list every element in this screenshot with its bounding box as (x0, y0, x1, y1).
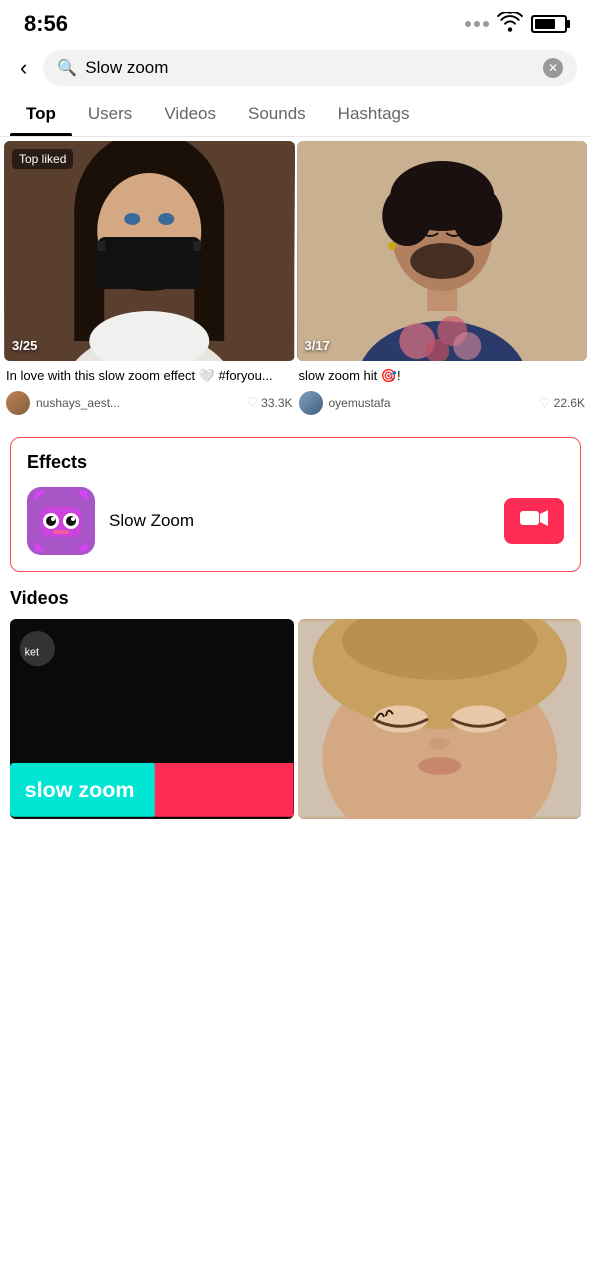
search-bar[interactable]: 🔍 Slow zoom ✕ (43, 50, 577, 86)
tab-sounds[interactable]: Sounds (232, 92, 322, 136)
likes-2: ♡ 22.6K (539, 395, 585, 411)
tab-hashtags[interactable]: Hashtags (322, 92, 426, 136)
effects-section: Effects (10, 437, 581, 572)
avatar-2 (299, 391, 323, 415)
effects-title: Effects (27, 452, 564, 473)
video-title-1: In love with this slow zoom effect 🤍 #fo… (6, 367, 293, 385)
like-count-1: 33.3K (261, 396, 292, 410)
username-1: nushays_aest... (36, 396, 240, 410)
effect-icon-box (27, 487, 95, 555)
video-user-row-1: nushays_aest... ♡ 33.3K (6, 391, 293, 415)
avatar-1 (6, 391, 30, 415)
search-icon: 🔍 (57, 58, 77, 78)
top-liked-badge: Top liked (12, 149, 73, 169)
status-time: 8:56 (24, 11, 68, 37)
heart-icon-2: ♡ (539, 395, 551, 411)
video-thumb-1: Top liked 3/25 (4, 141, 295, 361)
svg-text:ket: ket (25, 646, 39, 658)
clear-search-button[interactable]: ✕ (543, 58, 563, 78)
videos-section: Videos ket slow zoom (0, 580, 591, 819)
signal-icon (465, 21, 489, 27)
record-button[interactable] (504, 498, 564, 544)
video-count-2: 3/17 (305, 338, 330, 353)
tab-users[interactable]: Users (72, 92, 148, 136)
likes-1: ♡ 33.3K (246, 395, 292, 411)
status-icons (465, 12, 567, 37)
like-count-2: 22.6K (554, 396, 585, 410)
bottom-video-1[interactable]: ket slow zoom (10, 619, 294, 819)
username-2: oyemustafa (329, 396, 533, 410)
effect-row: Slow Zoom (27, 487, 564, 555)
video-count-1: 3/25 (12, 338, 37, 353)
svg-text:slow zoom: slow zoom (25, 778, 135, 802)
search-query: Slow zoom (85, 58, 535, 78)
bottom-videos-grid: ket slow zoom (10, 619, 581, 819)
heart-icon-1: ♡ (246, 395, 258, 411)
camera-icon (520, 508, 548, 534)
videos-section-title: Videos (10, 588, 581, 609)
top-videos-grid: Top liked 3/25 In love with this slow zo… (0, 137, 591, 429)
video-user-row-2: oyemustafa ♡ 22.6K (299, 391, 586, 415)
video-title-2: slow zoom hit 🎯! (299, 367, 586, 385)
effect-name: Slow Zoom (109, 511, 490, 531)
wifi-icon (497, 12, 523, 37)
video-card-1[interactable]: Top liked 3/25 In love with this slow zo… (4, 141, 295, 425)
video-info-2: slow zoom hit 🎯! oyemustafa ♡ 22.6K (297, 361, 588, 425)
video-info-1: In love with this slow zoom effect 🤍 #fo… (4, 361, 295, 425)
bottom-video-2[interactable] (298, 619, 582, 819)
tabs-bar: Top Users Videos Sounds Hashtags (0, 92, 591, 137)
search-row: ‹ 🔍 Slow zoom ✕ (0, 44, 591, 92)
tab-videos[interactable]: Videos (148, 92, 232, 136)
video-card-2[interactable]: 3/17 slow zoom hit 🎯! oyemustafa ♡ 22.6K (297, 141, 588, 425)
status-bar: 8:56 (0, 0, 591, 44)
tab-top[interactable]: Top (10, 92, 72, 136)
back-button[interactable]: ‹ (14, 51, 33, 85)
video-thumb-2: 3/17 (297, 141, 588, 361)
battery-icon (531, 15, 567, 33)
